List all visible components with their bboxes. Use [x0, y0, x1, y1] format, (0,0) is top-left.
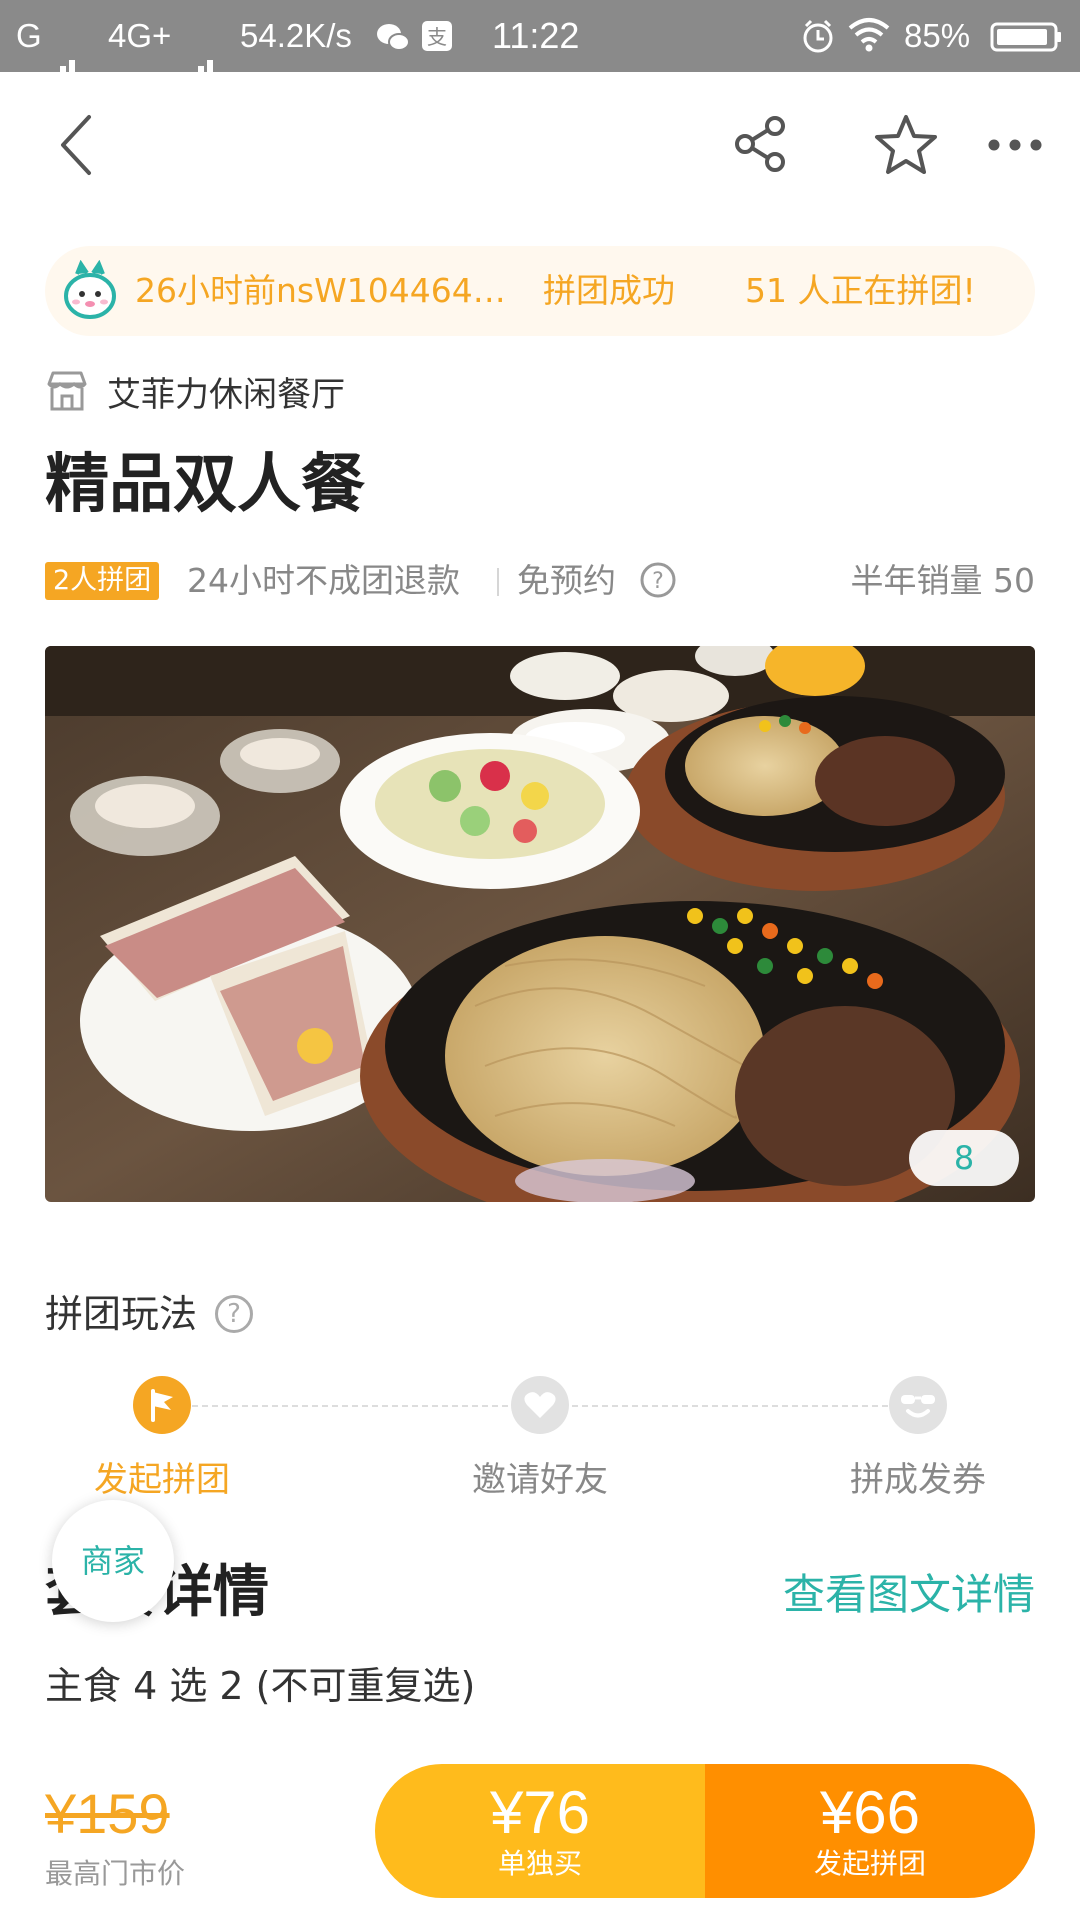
- signal-icon: [42, 0, 78, 90]
- divider: [497, 568, 499, 596]
- refund-policy: 24小时不成团退款: [187, 561, 460, 600]
- network-speed: 54.2K/s: [240, 17, 352, 54]
- flag-icon: [151, 1389, 173, 1422]
- group-label: 发起拼团: [813, 1847, 926, 1880]
- question-icon: ?: [640, 562, 676, 598]
- bottom-purchase-bar: ¥159 最高门市价 ¥76 单独买 ¥66 发起拼团: [0, 1740, 1080, 1920]
- merchant-button[interactable]: 商家: [52, 1500, 174, 1622]
- group-rules-title: 拼团玩法: [45, 1292, 198, 1336]
- half-year-sales: 半年销量 50: [850, 561, 1035, 600]
- main-course-choice: 主食 4 选 2 (不可重复选): [45, 1664, 476, 1708]
- star-icon: [875, 115, 937, 174]
- start-group-button[interactable]: ¥66 发起拼团: [705, 1764, 1035, 1898]
- question-icon[interactable]: ?: [215, 1295, 254, 1333]
- step-start-label: 发起拼团: [94, 1460, 230, 1500]
- more-button[interactable]: [980, 117, 1050, 173]
- navbar: [0, 72, 1080, 217]
- original-price: ¥159: [45, 1782, 170, 1845]
- help-button[interactable]: ?: [639, 561, 677, 607]
- step-coupon-label: 拼成发券: [850, 1460, 986, 1500]
- more-dots-icon: [988, 139, 1042, 151]
- status-bar: G 4G+ 54.2K/s 支 11:22 85%: [0, 0, 1080, 90]
- smile-sunglasses-icon: [901, 1395, 935, 1418]
- signal-icon-2: [180, 0, 216, 90]
- no-booking-label: 免预约: [517, 561, 616, 600]
- buy-alone-button[interactable]: ¥76 单独买: [375, 1764, 705, 1898]
- favorite-button[interactable]: [868, 107, 944, 183]
- alarm-icon: [800, 0, 836, 72]
- share-icon: [735, 116, 785, 172]
- back-button[interactable]: [40, 107, 110, 183]
- view-details-link[interactable]: 查看图文详情: [783, 1565, 1035, 1625]
- product-photo[interactable]: 8: [45, 646, 1035, 1202]
- step-invite-icon: [511, 1376, 569, 1434]
- network-label: 4G+: [108, 17, 172, 54]
- ticker-result: 拼团成功: [543, 271, 675, 310]
- svg-text:支: 支: [427, 25, 447, 49]
- shop-link[interactable]: 艾菲力休闲餐厅: [45, 366, 345, 416]
- step-coupon-icon: [889, 1376, 947, 1434]
- photo-count-badge[interactable]: 8: [909, 1130, 1019, 1186]
- original-price-label: 最高门市价: [45, 1857, 186, 1890]
- share-button[interactable]: [726, 109, 796, 179]
- heart-icon: [524, 1392, 556, 1418]
- group-ticker[interactable]: 26小时前nsW104464… 拼团成功 51 人正在拼团!: [45, 246, 1035, 336]
- group-size-badge: 2人拼团: [45, 562, 160, 600]
- ticker-recent: 26小时前nsW104464…: [135, 271, 506, 310]
- solo-price: ¥76: [489, 1779, 591, 1846]
- purchase-buttons: ¥76 单独买 ¥66 发起拼团: [375, 1764, 1035, 1898]
- food-photo-illustration: [45, 646, 1035, 1202]
- store-icon: [47, 371, 87, 411]
- shop-name: 艾菲力休闲餐厅: [107, 374, 345, 415]
- step-start-icon: [133, 1376, 191, 1434]
- svg-text:?: ?: [652, 569, 664, 594]
- back-arrow-icon: [61, 115, 91, 175]
- solo-label: 单独买: [497, 1847, 582, 1880]
- battery-percent: 85%: [904, 17, 971, 54]
- step-invite-label: 邀请好友: [472, 1460, 608, 1500]
- battery-icon: [990, 0, 1064, 72]
- wechat-icon: [376, 0, 410, 72]
- carrier-label: G: [16, 17, 42, 54]
- ticker-active-count: 51 人正在拼团!: [745, 271, 976, 310]
- wifi-icon: [848, 0, 890, 72]
- product-tags: 2人拼团 24小时不成团退款 免预约 ? 半年销量 50: [45, 556, 1035, 606]
- group-rules-heading: 拼团玩法 ?: [45, 1288, 254, 1340]
- alipay-icon: 支: [420, 0, 454, 72]
- product-title: 精品双人餐: [45, 448, 365, 522]
- group-price: ¥66: [819, 1779, 921, 1846]
- status-time: 11:22: [492, 15, 580, 56]
- user-avatar-icon: [64, 260, 116, 319]
